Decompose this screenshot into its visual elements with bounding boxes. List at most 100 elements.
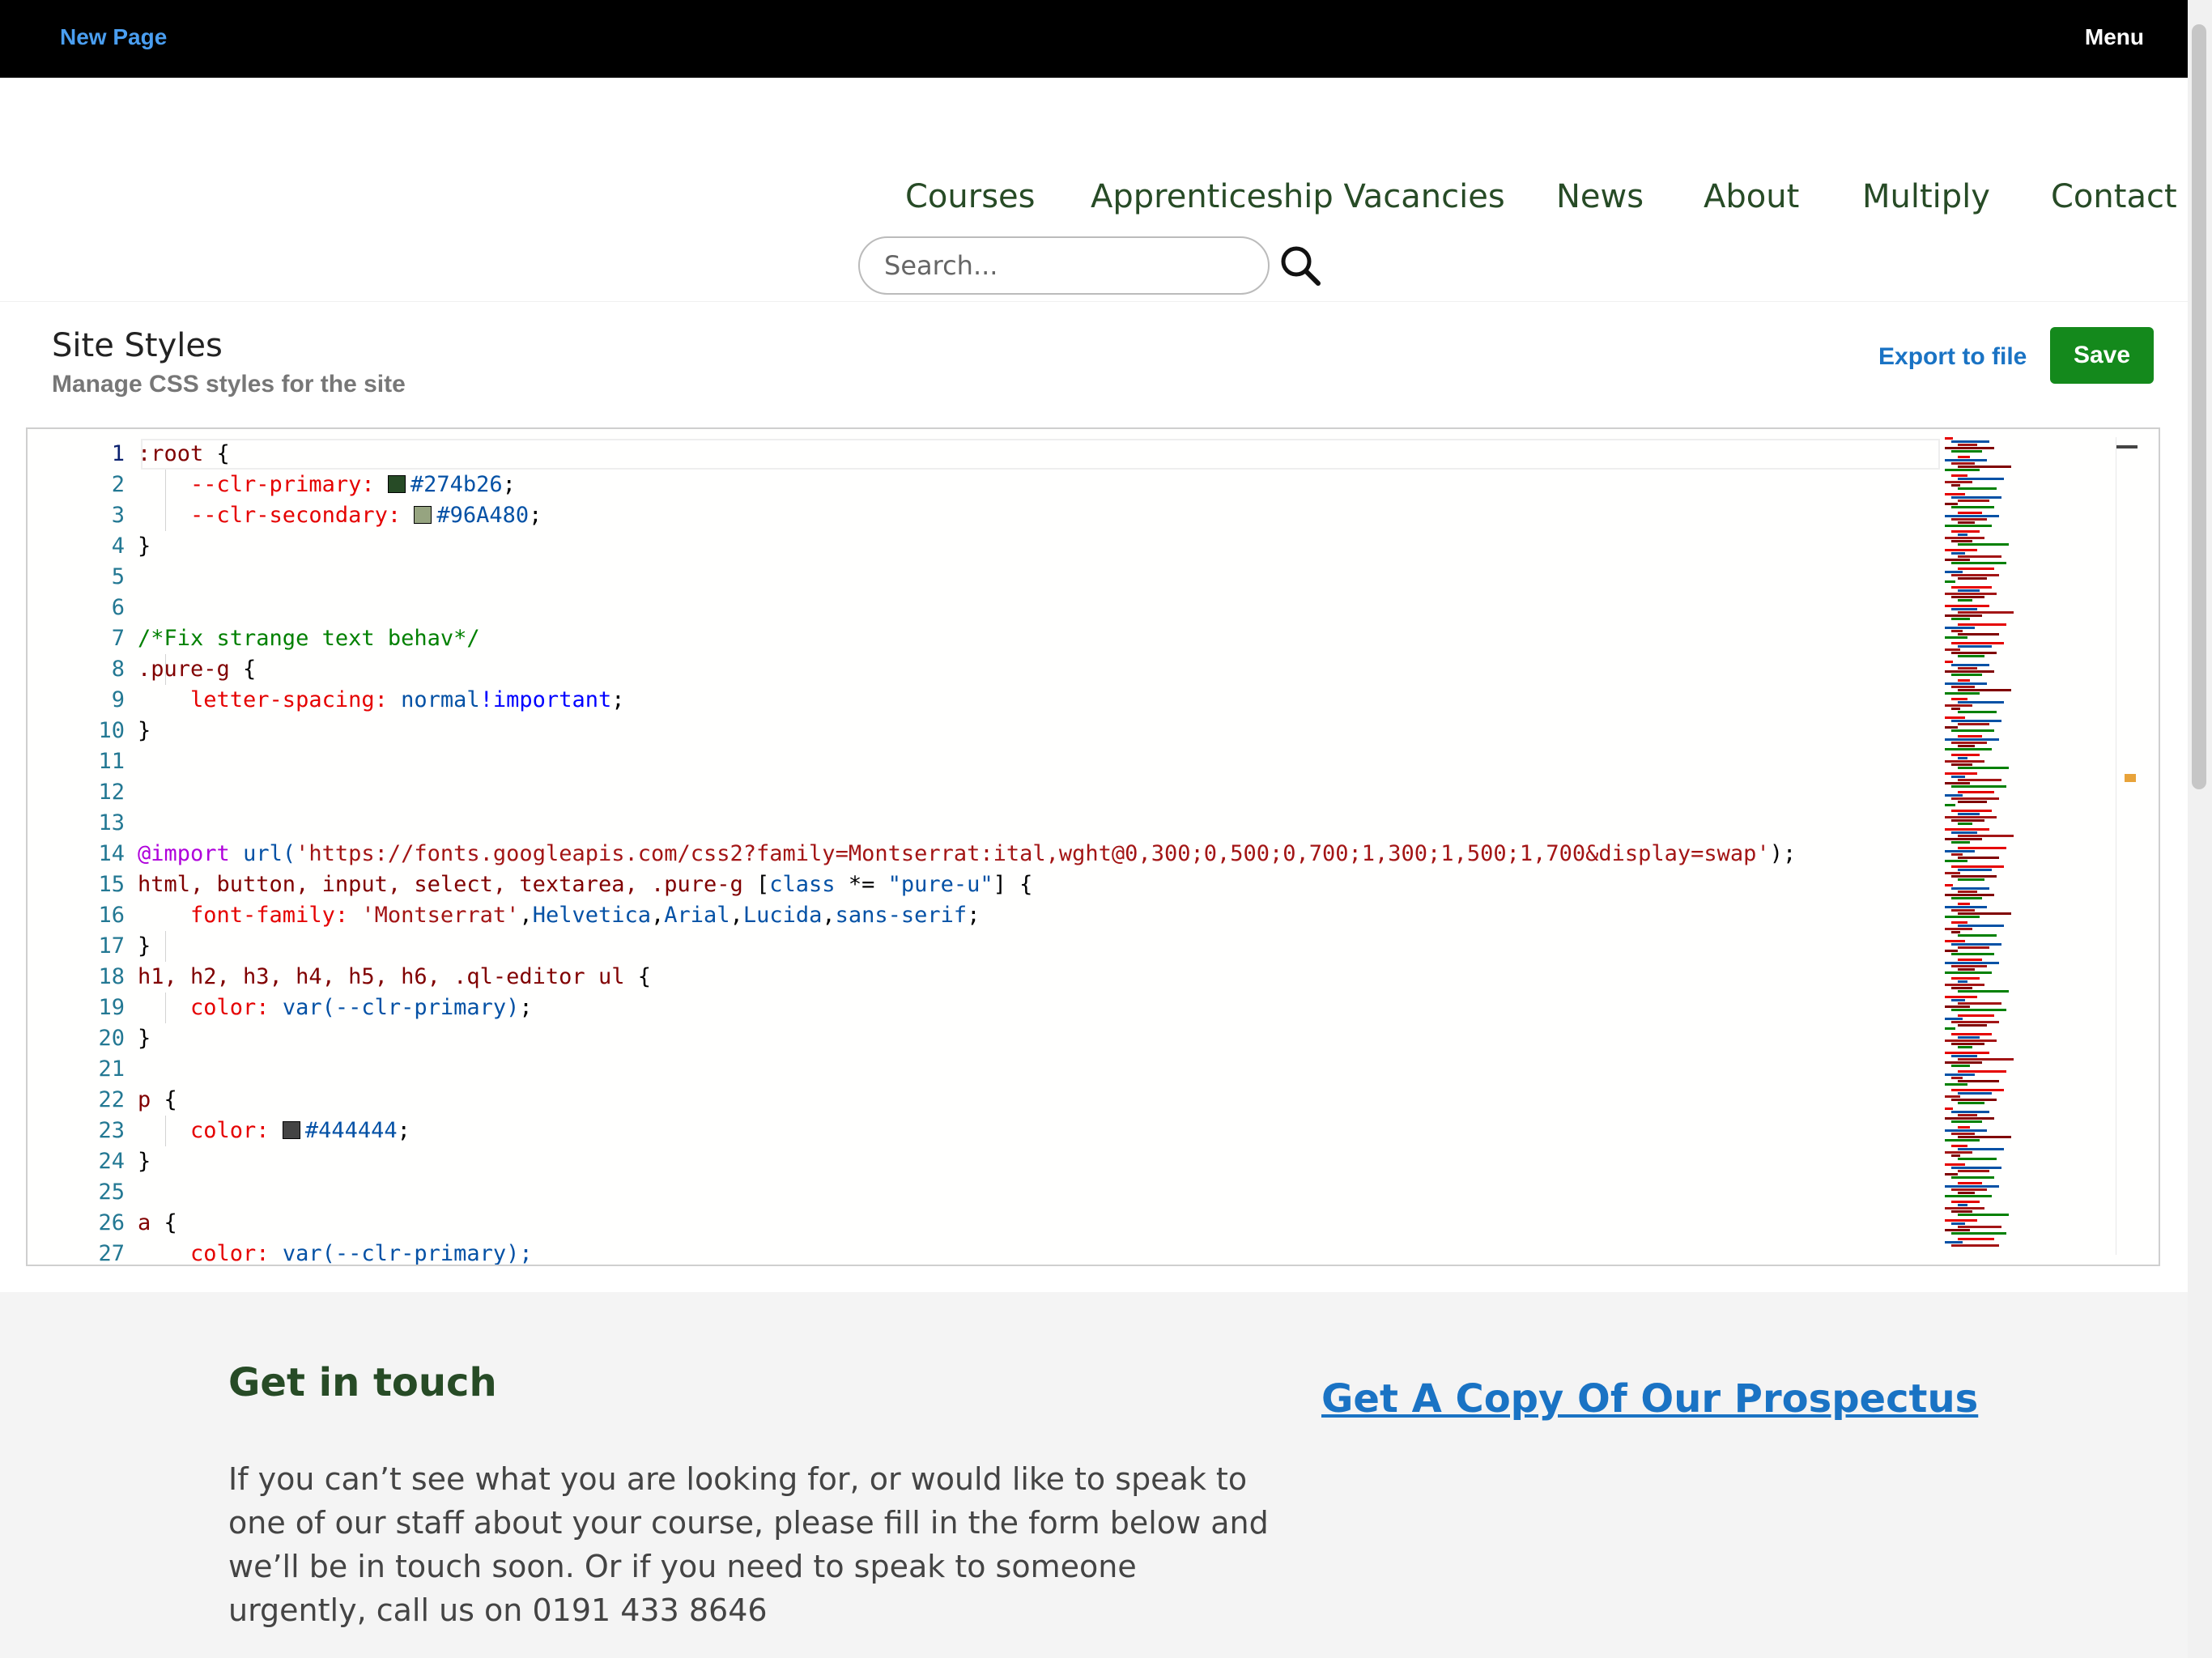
export-to-file-link[interactable]: Export to file (1878, 343, 2027, 371)
search-icon[interactable] (1278, 243, 1323, 288)
line-number: 25 (98, 1180, 125, 1205)
editor-minimap[interactable] (1945, 437, 2138, 1255)
minimap-line (1945, 850, 1975, 852)
code-line[interactable]: --clr-secondary: #96A480; (138, 500, 542, 531)
minimap-line (1958, 1226, 2001, 1228)
minimap-line (1945, 692, 1980, 695)
minimap-scroll-indicator (2116, 445, 2138, 449)
minimap-line (1958, 791, 1994, 793)
code-line[interactable]: :root { (138, 439, 230, 470)
code-token: --clr-secondary: (138, 503, 415, 528)
code-line[interactable]: p { (138, 1085, 177, 1116)
code-token: ; (529, 503, 542, 528)
minimap-line (1951, 831, 1977, 834)
footer-heading: Get in touch (228, 1360, 497, 1405)
minimap-line (1951, 618, 1970, 620)
code-token: , (651, 903, 665, 928)
code-line[interactable]: font-family: 'Montserrat',Helvetica,Aria… (138, 900, 980, 931)
code-line[interactable]: @import url('https://fonts.googleapis.co… (138, 839, 1796, 869)
nav-item-about[interactable]: About (1704, 178, 1799, 215)
minimap-line (1958, 1024, 1987, 1027)
minimap-line (1945, 648, 1960, 651)
code-token: [ (756, 872, 770, 897)
minimap-scrollbar[interactable] (2116, 437, 2138, 1255)
code-line[interactable]: } (138, 1146, 151, 1177)
code-token: var(--clr-primary); (282, 1241, 533, 1266)
line-number: 16 (98, 903, 125, 928)
minimap-line (1958, 745, 1975, 747)
code-line[interactable]: } (138, 716, 151, 746)
code-line[interactable]: color: var(--clr-primary); (138, 993, 533, 1023)
nav-item-contact[interactable]: Contact (2051, 178, 2177, 215)
code-line[interactable]: --clr-primary: #274b26; (138, 470, 516, 500)
code-line[interactable]: letter-spacing: normal!important; (138, 685, 624, 716)
minimap-line (1951, 1043, 1984, 1045)
nav-item-multiply[interactable]: Multiply (1862, 178, 1990, 215)
code-token: /*Fix strange text behav*/ (138, 626, 480, 651)
code-line[interactable]: } (138, 1023, 151, 1054)
code-line[interactable]: /*Fix strange text behav*/ (138, 623, 480, 654)
color-swatch-icon[interactable] (414, 506, 432, 524)
line-number: 5 (111, 564, 125, 589)
minimap-line (1958, 934, 1997, 937)
code-token: html, button, input, select, textarea, .… (138, 872, 757, 897)
color-swatch-icon[interactable] (387, 475, 406, 493)
minimap-line (1958, 655, 1984, 657)
prospectus-link[interactable]: Get A Copy Of Our Prospectus (1321, 1376, 1978, 1422)
code-line[interactable]: a { (138, 1208, 177, 1239)
nav-item-apprenticeship-vacancies[interactable]: Apprenticeship Vacancies (1091, 178, 1505, 215)
minimap-line (1951, 999, 1965, 1001)
code-editor[interactable]: 1 2 3 4 5 6 7 8 9 10 11 12 13 14 15 16 17 18 19 20 21 22 23 24 2… (26, 427, 2160, 1266)
menu-button[interactable]: Menu (2085, 24, 2144, 50)
page-title: Site Styles (52, 327, 223, 364)
code-area[interactable]: :root { --clr-primary: #274b26; --clr-se… (138, 429, 1938, 1265)
code-token: h1, h2, h3, h4, h5, h6, .ql-editor ul (138, 964, 625, 989)
minimap-line (1958, 1058, 2014, 1061)
minimap-line (1945, 1163, 1965, 1166)
minimap-line (1951, 1167, 2001, 1169)
code-line[interactable]: color: var(--clr-primary); (138, 1239, 533, 1266)
minimap-line (1945, 682, 1987, 685)
code-line[interactable]: color: #444444; (138, 1116, 410, 1146)
minimap-line (1951, 698, 1967, 700)
minimap-line (1958, 980, 1967, 983)
new-page-link[interactable]: New Page (60, 24, 167, 50)
minimap-line (1951, 540, 1972, 542)
color-swatch-icon[interactable] (282, 1121, 300, 1139)
minimap-line (1951, 819, 1984, 822)
code-line[interactable]: } (138, 931, 151, 962)
code-token: "pure-u" (887, 872, 993, 897)
minimap-line (1945, 1039, 1997, 1042)
minimap-line (1958, 500, 1989, 502)
minimap-line (1958, 813, 1980, 815)
minimap-line (1945, 661, 1953, 663)
minimap-line (1951, 462, 1975, 465)
line-number-gutter: 1 2 3 4 5 6 7 8 9 10 11 12 13 14 15 16 17 18 19 20 21 22 23 24 2… (28, 429, 125, 1265)
search-input[interactable] (858, 236, 1270, 295)
code-line[interactable]: h1, h2, h3, h4, h5, h6, .ql-editor ul { (138, 962, 651, 993)
minimap-line (1951, 729, 1994, 732)
minimap-line (1958, 1080, 1999, 1082)
save-button[interactable]: Save (2050, 327, 2154, 384)
line-number: 19 (98, 995, 125, 1020)
line-number: 13 (98, 810, 125, 835)
minimap-line (1951, 1099, 1997, 1101)
minimap-line (1951, 810, 1992, 812)
line-number: 24 (98, 1149, 125, 1174)
minimap-line (1945, 1107, 1953, 1110)
code-line[interactable]: .pure-g { (138, 654, 256, 685)
minimap-line (1945, 1095, 1960, 1098)
minimap-line (1945, 1241, 1963, 1244)
nav-item-courses[interactable]: Courses (905, 178, 1036, 215)
minimap-marker (2125, 774, 2136, 782)
code-line[interactable]: } (138, 531, 151, 562)
minimap-line (1958, 577, 1987, 580)
minimap-line (1958, 701, 2004, 704)
minimap-line (1945, 605, 1989, 607)
nav-item-news[interactable]: News (1556, 178, 1644, 215)
code-line[interactable]: html, button, input, select, textarea, .… (138, 869, 1032, 900)
minimap-line (1951, 977, 1980, 980)
minimap-line (1958, 959, 1982, 961)
page-scrollbar-thumb[interactable] (2192, 24, 2206, 789)
minimap-line (1958, 823, 1972, 825)
